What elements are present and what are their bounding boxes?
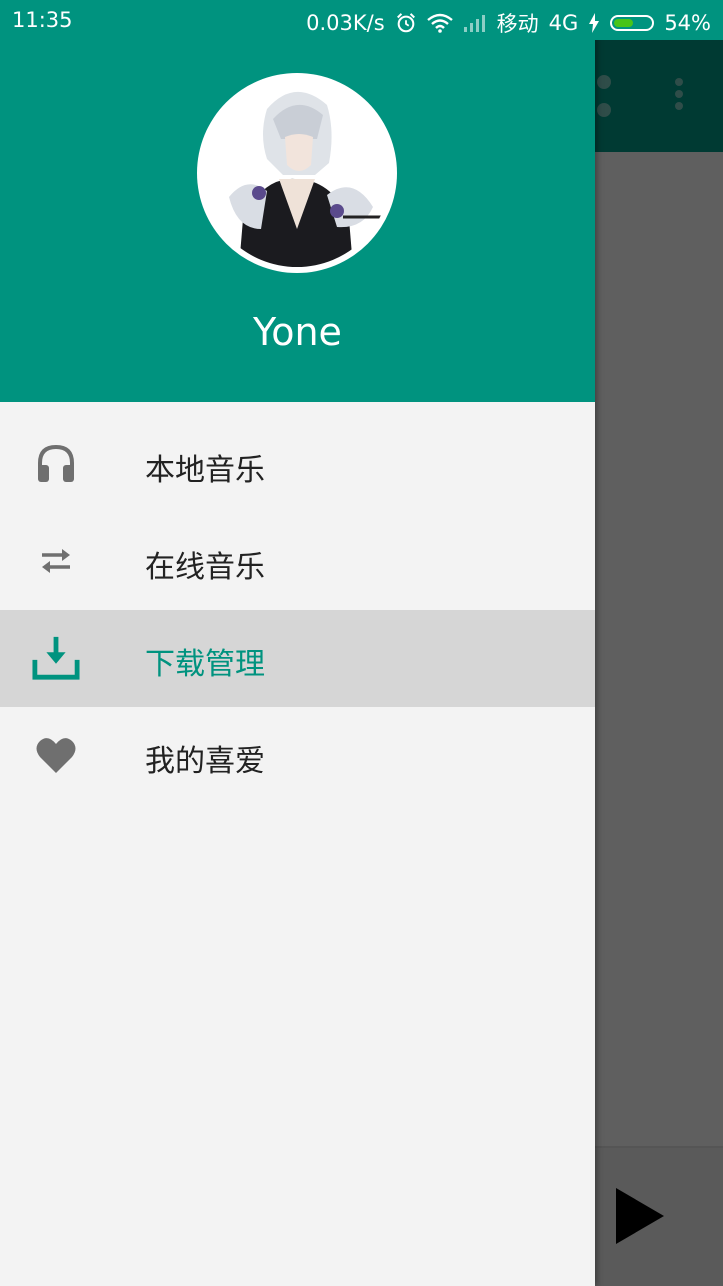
navigation-drawer: Yone 本地音乐 在线音乐 下载管理 我的喜爱: [0, 0, 595, 1286]
heart-icon: [32, 731, 80, 779]
menu-item-label: 本地音乐: [145, 453, 265, 488]
user-name: Yone: [253, 310, 342, 354]
net-speed: 0.03K/s: [306, 11, 385, 35]
drawer-menu: 本地音乐 在线音乐 下载管理 我的喜爱: [0, 416, 595, 804]
menu-item-download-manager[interactable]: 下载管理: [0, 610, 595, 707]
avatar-image: [203, 79, 391, 267]
wifi-icon: [426, 13, 453, 33]
alarm-icon: [396, 13, 415, 33]
play-icon[interactable]: [610, 1186, 670, 1246]
avatar[interactable]: [197, 73, 397, 273]
status-right: 0.03K/s 移动 4G 54%: [306, 8, 711, 38]
download-icon: [32, 634, 80, 682]
status-bar: 11:35 0.03K/s 移动 4G 54%: [0, 0, 723, 40]
headphones-icon: [32, 440, 80, 488]
battery-icon: [610, 15, 655, 31]
menu-item-online-music[interactable]: 在线音乐: [0, 513, 595, 610]
battery-percent: 54%: [664, 11, 711, 35]
menu-item-label: 我的喜爱: [145, 744, 265, 779]
menu-item-favorites[interactable]: 我的喜爱: [0, 707, 595, 804]
screen: 11:35 0.03K/s 移动 4G 54% Yone 本地音乐 在线音乐 下…: [0, 0, 723, 1286]
signal-icon: [463, 15, 485, 32]
carrier-label: 移动: [496, 12, 539, 36]
network-type: 4G: [548, 11, 579, 35]
more-options-icon[interactable]: [670, 74, 688, 118]
status-time: 11:35: [12, 8, 73, 32]
battery-fill: [614, 19, 634, 27]
swap-arrows-icon: [32, 537, 80, 585]
charging-icon: [589, 13, 600, 33]
menu-item-label: 下载管理: [145, 647, 265, 682]
menu-item-label: 在线音乐: [145, 550, 265, 585]
drawer-header: Yone: [0, 0, 595, 402]
menu-item-local-music[interactable]: 本地音乐: [0, 416, 595, 513]
